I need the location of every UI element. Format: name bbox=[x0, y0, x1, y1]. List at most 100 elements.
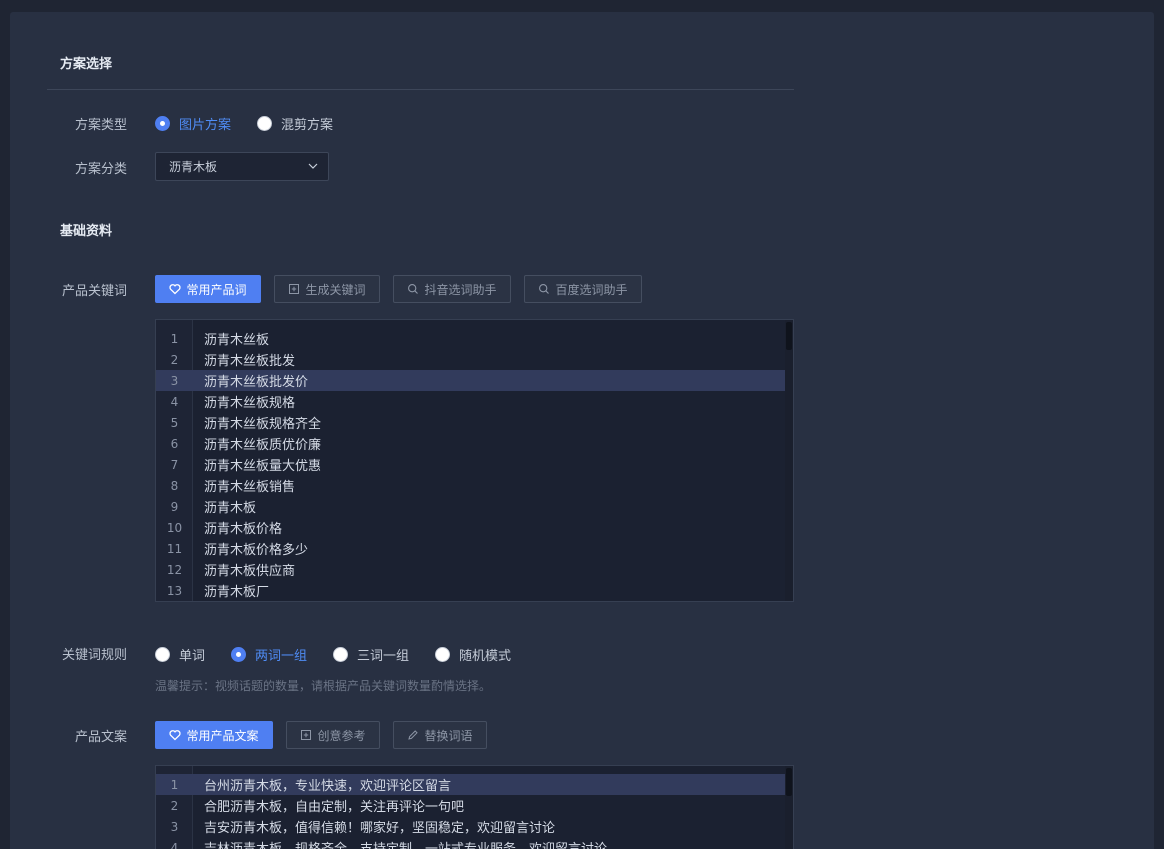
line-number: 4 bbox=[170, 840, 179, 849]
editor-line[interactable]: 10 沥青木板价格 bbox=[156, 517, 785, 538]
radio-dot bbox=[155, 647, 170, 662]
radio-random-mode-label: 随机模式 bbox=[459, 649, 512, 664]
line-text: 沥青木丝板销售 bbox=[204, 480, 296, 495]
keyword-toolbar: 常用产品词 生成关键词 抖音选词助手 百度选词助手 bbox=[155, 275, 655, 303]
editor-line[interactable]: 8 沥青木丝板销售 bbox=[156, 475, 785, 496]
line-text: 沥青木板厂 bbox=[204, 585, 270, 600]
common-copy-button[interactable]: 常用产品文案 bbox=[155, 721, 273, 749]
chevron-down-icon bbox=[308, 163, 318, 169]
editor-line[interactable]: 6 沥青木丝板质优价廉 bbox=[156, 433, 785, 454]
editor-line[interactable]: 11 沥青木板价格多少 bbox=[156, 538, 785, 559]
keyword-editor-scrollbar[interactable] bbox=[785, 320, 793, 601]
plan-category-label: 方案分类 bbox=[74, 162, 127, 177]
product-copy-editor[interactable]: 1 台州沥青木板，专业快速，欢迎评论区留言 2 合肥沥青木板，自由定制，关注再评论一句… bbox=[155, 765, 794, 849]
plan-category-select[interactable]: 沥青木板 bbox=[155, 152, 329, 181]
editor-line[interactable]: 4 吉林沥青木板，规格齐全，支持定制，一站式专业服务，欢迎留言讨论 bbox=[156, 837, 785, 849]
editor-line[interactable]: 2 沥青木丝板批发 bbox=[156, 349, 785, 370]
editor-line[interactable]: 12 沥青木板供应商 bbox=[156, 559, 785, 580]
line-number: 6 bbox=[170, 436, 179, 451]
keyword-lines: 1 沥青木丝板 2 沥青木丝板批发 3 沥青木丝板批发价 4 沥青木丝板规格 5 沥青木丝板规格齐… bbox=[156, 328, 785, 601]
line-text: 沥青木板 bbox=[204, 501, 257, 516]
radio-two-word-group-label: 两词一组 bbox=[255, 649, 308, 664]
line-text: 沥青木板价格 bbox=[204, 522, 283, 537]
creative-reference-button[interactable]: 创意参考 bbox=[286, 721, 380, 749]
line-text: 沥青木板价格多少 bbox=[204, 543, 309, 558]
common-keywords-label: 常用产品词 bbox=[186, 282, 247, 297]
generate-keywords-label: 生成关键词 bbox=[305, 282, 366, 297]
line-number: 5 bbox=[170, 415, 179, 430]
baidu-assistant-label: 百度选词助手 bbox=[555, 282, 628, 297]
line-text: 沥青木丝板批发价 bbox=[204, 375, 309, 390]
radio-dot bbox=[155, 116, 170, 131]
line-number: 2 bbox=[170, 352, 179, 367]
line-number: 1 bbox=[170, 777, 179, 792]
line-number: 12 bbox=[166, 562, 183, 577]
editor-line[interactable]: 1 沥青木丝板 bbox=[156, 328, 785, 349]
radio-single-word-label: 单词 bbox=[179, 649, 206, 664]
scrollbar-thumb[interactable] bbox=[786, 322, 792, 350]
line-text: 沥青木丝板质优价廉 bbox=[204, 438, 322, 453]
radio-dot bbox=[257, 116, 273, 131]
heart-icon bbox=[169, 284, 182, 295]
line-text: 沥青木板供应商 bbox=[204, 564, 296, 579]
radio-image-plan[interactable]: 图片方案 bbox=[155, 114, 231, 133]
copy-editor-scrollbar[interactable] bbox=[785, 766, 793, 849]
section-divider bbox=[47, 89, 794, 90]
common-copy-label: 常用产品文案 bbox=[186, 728, 259, 743]
editor-line[interactable]: 4 沥青木丝板规格 bbox=[156, 391, 785, 412]
line-text: 沥青木丝板规格 bbox=[204, 396, 296, 411]
line-text: 沥青木丝板量大优惠 bbox=[204, 459, 322, 474]
radio-mix-plan-label: 混剪方案 bbox=[281, 118, 334, 133]
heart-icon bbox=[169, 730, 182, 741]
keyword-rule-hint: 温馨提示：视频话题的数量，请根据产品关键词数量酌情选择。 bbox=[155, 679, 492, 693]
editor-line[interactable]: 7 沥青木丝板量大优惠 bbox=[156, 454, 785, 475]
radio-three-word-group[interactable]: 三词一组 bbox=[333, 645, 409, 664]
editor-line[interactable]: 9 沥青木板 bbox=[156, 496, 785, 517]
copy-toolbar: 常用产品文案 创意参考 替换词语 bbox=[155, 721, 500, 749]
line-number: 11 bbox=[166, 541, 183, 556]
line-number: 7 bbox=[170, 457, 179, 472]
replace-words-button[interactable]: 替换词语 bbox=[393, 721, 487, 749]
editor-line[interactable]: 1 台州沥青木板，专业快速，欢迎评论区留言 bbox=[156, 774, 785, 795]
radio-image-plan-label: 图片方案 bbox=[179, 118, 232, 133]
line-text: 沥青木丝板批发 bbox=[204, 354, 296, 369]
line-text: 沥青木丝板规格齐全 bbox=[204, 417, 322, 432]
keyword-editor[interactable]: 1 沥青木丝板 2 沥青木丝板批发 3 沥青木丝板批发价 4 沥青木丝板规格 5 沥青木丝板规格齐… bbox=[155, 319, 794, 602]
plan-type-radio-group: 图片方案 混剪方案 bbox=[155, 114, 359, 133]
search-icon bbox=[539, 284, 550, 294]
line-number: 3 bbox=[170, 373, 179, 388]
line-text: 吉安沥青木板，值得信赖！哪家好，坚固稳定，欢迎留言讨论 bbox=[204, 821, 556, 836]
copy-lines: 1 台州沥青木板，专业快速，欢迎评论区留言 2 合肥沥青木板，自由定制，关注再评论一句… bbox=[156, 774, 785, 849]
radio-mix-plan[interactable]: 混剪方案 bbox=[257, 114, 333, 133]
keyword-rule-label: 关键词规则 bbox=[61, 648, 127, 663]
plan-category-value: 沥青木板 bbox=[169, 160, 218, 174]
add-square-icon bbox=[301, 730, 312, 740]
replace-words-label: 替换词语 bbox=[424, 728, 473, 743]
line-text: 沥青木丝板 bbox=[204, 333, 270, 348]
radio-three-word-group-label: 三词一组 bbox=[357, 649, 410, 664]
radio-single-word[interactable]: 单词 bbox=[155, 645, 205, 664]
common-keywords-button[interactable]: 常用产品词 bbox=[155, 275, 261, 303]
radio-random-mode[interactable]: 随机模式 bbox=[435, 645, 511, 664]
line-text: 吉林沥青木板，规格齐全，支持定制，一站式专业服务，欢迎留言讨论 bbox=[193, 838, 607, 849]
editor-line[interactable]: 13 沥青木板厂 bbox=[156, 580, 785, 601]
generate-keywords-button[interactable]: 生成关键词 bbox=[274, 275, 380, 303]
product-copy-label: 产品文案 bbox=[74, 730, 127, 745]
line-number: 10 bbox=[166, 520, 183, 535]
basic-section-title: 基础资料 bbox=[60, 224, 113, 239]
radio-two-word-group[interactable]: 两词一组 bbox=[231, 645, 307, 664]
add-square-icon bbox=[289, 284, 300, 294]
keyword-label: 产品关键词 bbox=[61, 284, 127, 299]
line-text: 合肥沥青木板，自由定制，关注再评论一句吧 bbox=[204, 800, 465, 815]
scrollbar-thumb[interactable] bbox=[786, 768, 792, 796]
editor-line[interactable]: 3 吉安沥青木板，值得信赖！哪家好，坚固稳定，欢迎留言讨论 bbox=[156, 816, 785, 837]
pencil-icon bbox=[408, 730, 419, 740]
douyin-assistant-button[interactable]: 抖音选词助手 bbox=[393, 275, 511, 303]
radio-dot bbox=[333, 647, 349, 662]
line-number: 9 bbox=[170, 499, 179, 514]
editor-line[interactable]: 2 合肥沥青木板，自由定制，关注再评论一句吧 bbox=[156, 795, 785, 816]
radio-dot bbox=[231, 647, 247, 662]
editor-line[interactable]: 5 沥青木丝板规格齐全 bbox=[156, 412, 785, 433]
baidu-assistant-button[interactable]: 百度选词助手 bbox=[524, 275, 642, 303]
editor-line[interactable]: 3 沥青木丝板批发价 bbox=[156, 370, 785, 391]
